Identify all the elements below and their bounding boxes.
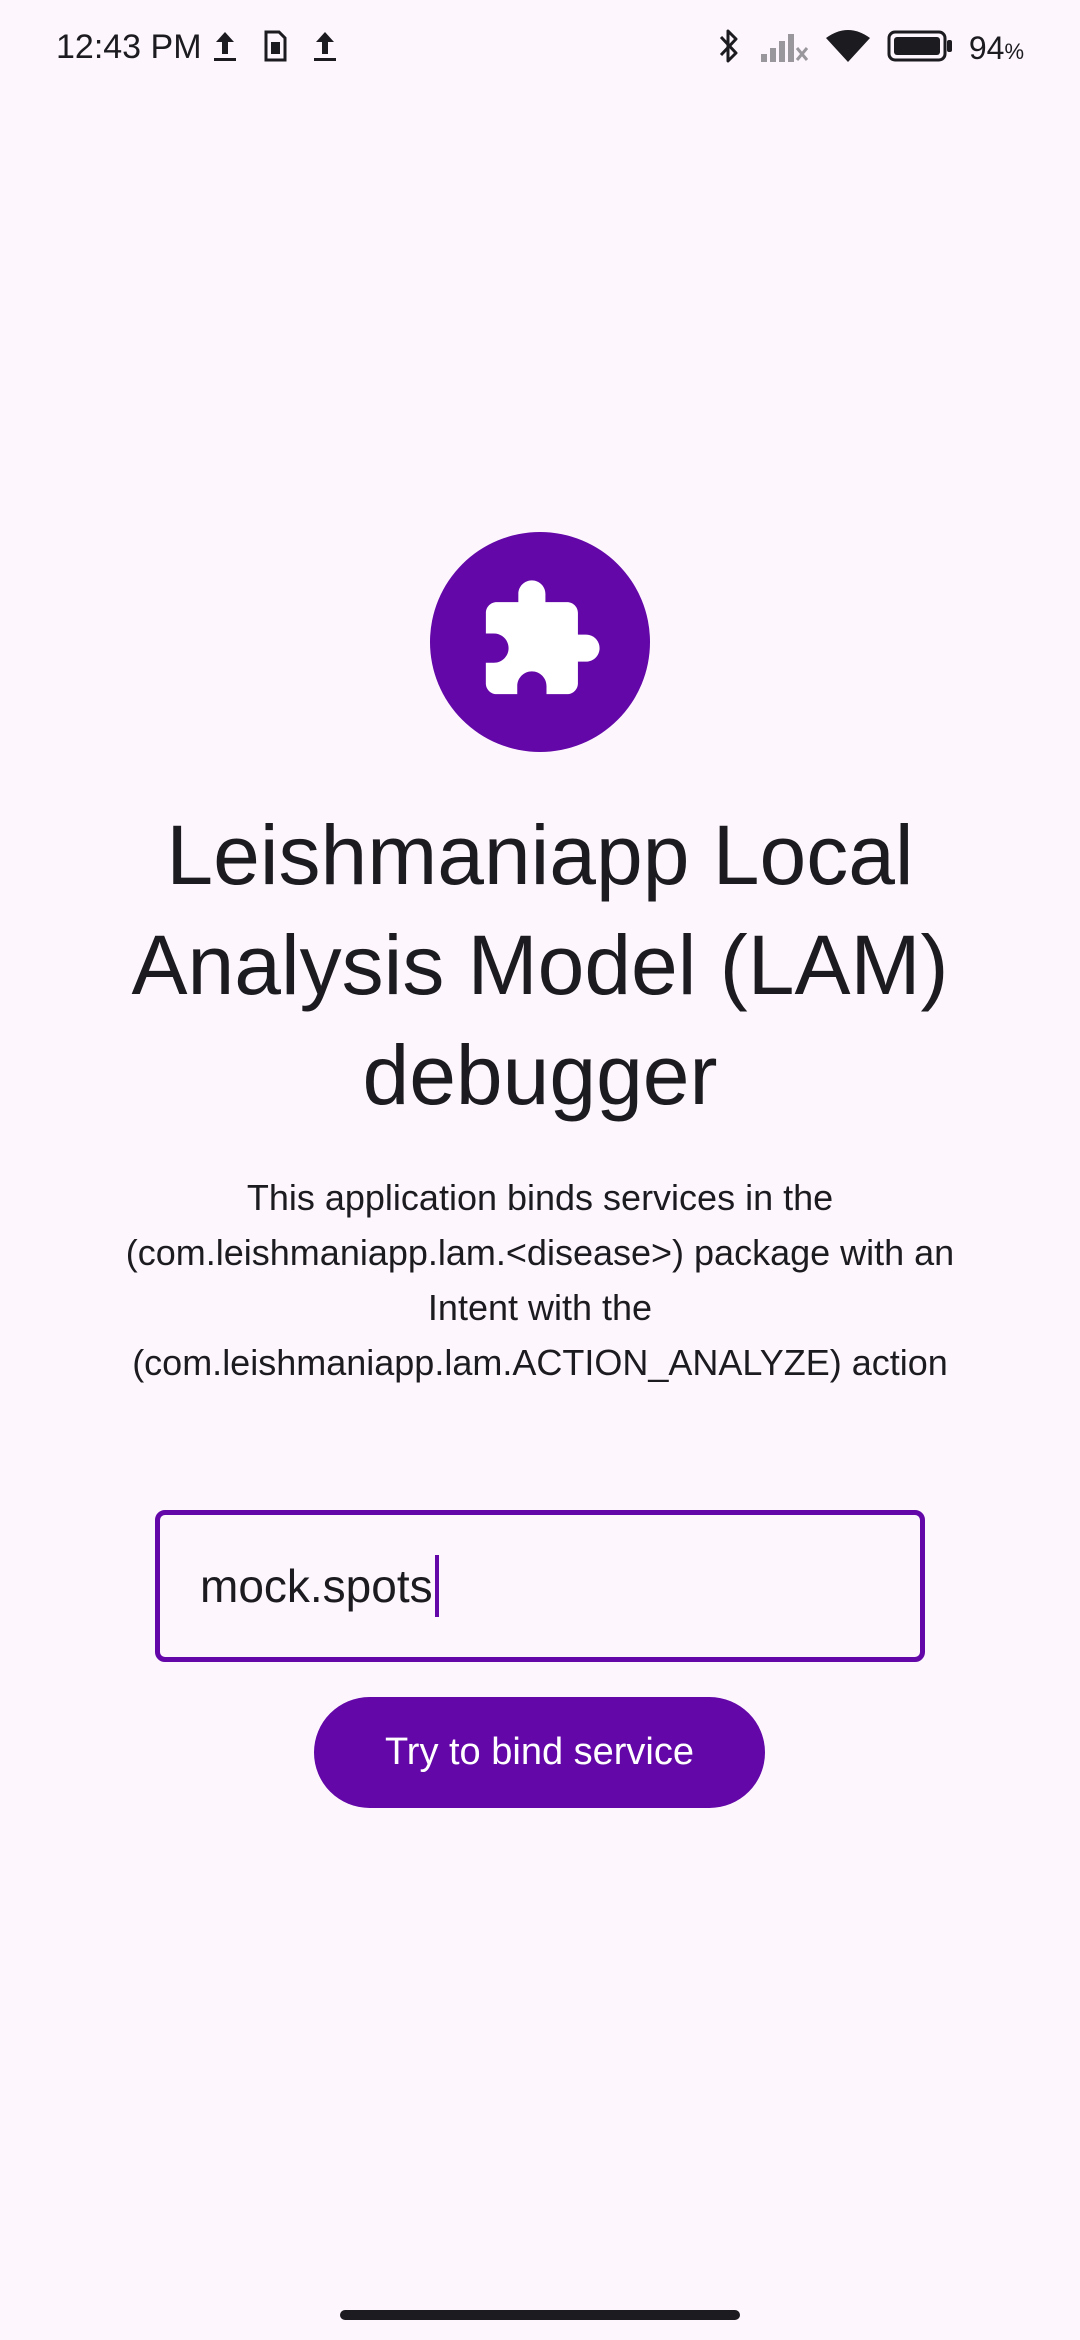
battery-icon	[887, 30, 953, 67]
page-title: Leishmaniapp Local Analysis Model (LAM) …	[131, 808, 949, 1122]
status-bar: 12:43 PM 94%	[0, 0, 1080, 96]
puzzle-icon	[475, 575, 605, 710]
bind-service-button[interactable]: Try to bind service	[314, 1697, 765, 1808]
status-system-icons: 94%	[715, 26, 1024, 71]
bluetooth-icon	[715, 26, 743, 71]
home-indicator[interactable]	[340, 2310, 740, 2320]
app-logo	[430, 532, 650, 752]
app-description: This application binds services in the (…	[125, 1177, 955, 1383]
wifi-icon	[825, 28, 871, 69]
status-time: 12:43 PM	[56, 28, 202, 66]
upload-icon	[210, 28, 240, 69]
upload-icon	[310, 28, 340, 69]
package-input[interactable]: mock.spots	[155, 1510, 925, 1662]
sim-card-icon	[262, 30, 288, 67]
battery-percentage: 94%	[968, 30, 1024, 66]
text-cursor	[434, 1555, 439, 1617]
signal-off-icon	[759, 28, 809, 69]
package-input-value[interactable]: mock.spots	[200, 1559, 433, 1613]
status-notification-icons	[210, 28, 340, 69]
